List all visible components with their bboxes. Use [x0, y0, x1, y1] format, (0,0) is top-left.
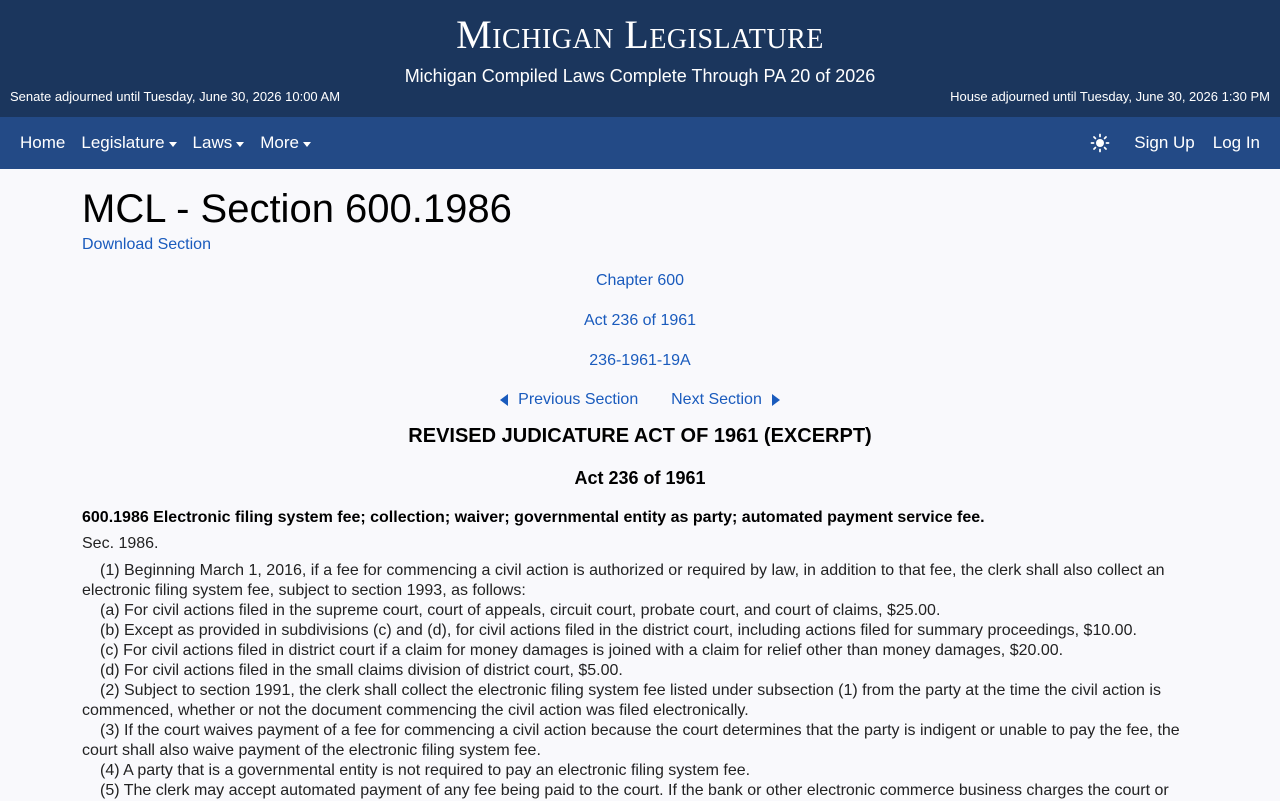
- download-section-link[interactable]: Download Section: [82, 233, 1198, 257]
- log-in-link[interactable]: Log In: [1213, 133, 1260, 153]
- nav-legislature-dropdown[interactable]: Legislature: [81, 133, 177, 153]
- section-paragraph: (3) If the court waives payment of a fee…: [82, 722, 1180, 759]
- previous-section-link[interactable]: Previous Section: [500, 391, 643, 408]
- section-paragraph: (5) The clerk may accept automated payme…: [100, 782, 1169, 799]
- triangle-right-icon: [771, 393, 780, 406]
- chapter-link[interactable]: Chapter 600: [596, 271, 684, 291]
- nav-laws-label: Laws: [192, 133, 233, 152]
- section-number: Sec. 1986.: [82, 535, 159, 552]
- site-subtitle: Michigan Compiled Laws Complete Through …: [404, 66, 876, 86]
- sun-icon: [1090, 133, 1110, 153]
- senate-status: Senate adjourned until Tuesday, June 30,…: [10, 89, 341, 104]
- section-navigation: Previous Section Next Section: [82, 391, 1198, 409]
- section-paragraph: (1) Beginning March 1, 2016, if a fee fo…: [82, 562, 1165, 599]
- site-header: Michigan Legislature Michigan Compiled L…: [0, 0, 1280, 117]
- nav-laws-dropdown[interactable]: Laws: [193, 133, 245, 153]
- nav-legislature-label: Legislature: [81, 133, 165, 152]
- nav-left-group: Home Legislature Laws More: [20, 133, 327, 153]
- sign-up-link[interactable]: Sign Up: [1134, 133, 1194, 153]
- theme-toggle-button[interactable]: [1090, 133, 1116, 153]
- caret-down-icon: [236, 141, 245, 147]
- section-paragraph: (b) Except as provided in subdivisions (…: [100, 622, 1137, 639]
- section-paragraph: (2) Subject to section 1991, the clerk s…: [82, 682, 1161, 719]
- nav-home[interactable]: Home: [20, 133, 65, 153]
- nav-more-label: More: [260, 133, 299, 152]
- site-title[interactable]: Michigan Legislature: [0, 12, 1280, 58]
- main-navbar: Home Legislature Laws More Sign Up Log I…: [0, 117, 1280, 169]
- triangle-left-icon: [500, 393, 509, 406]
- nav-right-group: Sign Up Log In: [1072, 133, 1260, 153]
- section-paragraph: (4) A party that is a governmental entit…: [100, 762, 751, 779]
- act-title: REVISED JUDICATURE ACT OF 1961 (EXCERPT): [408, 425, 872, 447]
- house-status: House adjourned until Tuesday, June 30, …: [950, 89, 1270, 104]
- previous-section-label: Previous Section: [518, 391, 639, 408]
- act-subtitle: Act 236 of 1961: [574, 468, 706, 488]
- nav-more-dropdown[interactable]: More: [260, 133, 311, 153]
- next-section-link[interactable]: Next Section: [671, 391, 780, 408]
- section-paragraph: (a) For civil actions filed in the supre…: [100, 602, 941, 619]
- section-heading: 600.1986 Electronic filing system fee; c…: [82, 509, 985, 526]
- section-body: (1) Beginning March 1, 2016, if a fee fo…: [82, 561, 1198, 801]
- section-context-links: Chapter 600 Act 236 of 1961 236-1961-19A: [82, 257, 1198, 377]
- section-paragraph: (c) For civil actions filed in district …: [100, 642, 1064, 659]
- caret-down-icon: [168, 141, 177, 147]
- page-title: MCL - Section 600.1986: [82, 187, 512, 231]
- caret-down-icon: [302, 141, 311, 147]
- act-link[interactable]: Act 236 of 1961: [584, 311, 696, 331]
- section-paragraph: (d) For civil actions filed in the small…: [100, 662, 623, 679]
- act-code-link[interactable]: 236-1961-19A: [589, 351, 690, 371]
- next-section-label: Next Section: [671, 391, 762, 408]
- main-content: MCL - Section 600.1986 Download Section …: [0, 185, 1280, 801]
